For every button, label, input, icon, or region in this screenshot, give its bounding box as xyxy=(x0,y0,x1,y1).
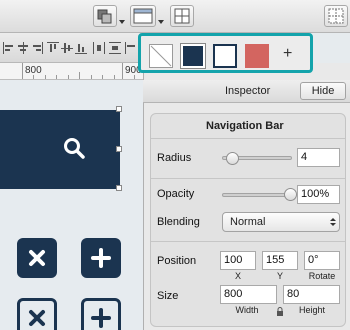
rotation-field[interactable]: 0° xyxy=(304,251,340,270)
distribute-vertical-icon[interactable] xyxy=(109,42,121,54)
crop-button[interactable] xyxy=(170,5,194,27)
align-right-icon[interactable] xyxy=(31,42,43,54)
search-icon xyxy=(64,138,85,159)
position-y-field[interactable]: 155 xyxy=(262,251,298,270)
red-fill-swatch[interactable] xyxy=(245,44,269,68)
opacity-slider-knob[interactable] xyxy=(283,188,297,201)
size-label: Size xyxy=(157,290,179,302)
resize-handle-top-right[interactable] xyxy=(116,106,122,112)
align-bottom-icon[interactable] xyxy=(75,42,87,54)
close-icon xyxy=(29,250,45,266)
position-label: Position xyxy=(157,255,197,267)
lock-icon[interactable] xyxy=(276,307,284,317)
distribute-horizontal-icon[interactable] xyxy=(93,42,105,54)
close-outline-button-shape[interactable] xyxy=(17,298,57,330)
add-button-shape[interactable] xyxy=(81,238,121,278)
y-caption: Y xyxy=(276,271,283,281)
radius-field[interactable]: 4 xyxy=(297,148,340,167)
alignment-toolbar xyxy=(0,33,143,63)
divider xyxy=(151,178,345,179)
width-caption: Width xyxy=(235,305,259,315)
width-field[interactable]: 800 xyxy=(220,285,277,304)
inspector-title: Inspector xyxy=(225,85,271,97)
divider xyxy=(151,241,345,242)
no-fill-swatch[interactable] xyxy=(149,44,173,68)
grid-button[interactable] xyxy=(324,5,348,27)
divider xyxy=(151,138,345,139)
section-title: Navigation Bar xyxy=(206,120,284,132)
color-swatch-popup: + xyxy=(138,33,313,73)
main-toolbar xyxy=(0,0,350,33)
align-edges-icon[interactable] xyxy=(125,42,137,54)
close-button-shape[interactable] xyxy=(17,238,57,278)
plus-icon xyxy=(91,248,111,268)
add-outline-button-shape[interactable] xyxy=(81,298,121,330)
no-color-icon xyxy=(150,45,172,67)
align-left-icon[interactable] xyxy=(3,42,15,54)
blending-select[interactable]: Normal xyxy=(222,212,340,232)
x-caption: X xyxy=(234,271,241,281)
blending-value: Normal xyxy=(230,216,266,228)
resize-handle-right[interactable] xyxy=(116,146,122,152)
blending-label: Blending xyxy=(157,216,200,228)
add-color-button[interactable]: + xyxy=(283,45,292,63)
view-button[interactable] xyxy=(130,5,156,27)
close-icon xyxy=(29,310,45,326)
plus-icon xyxy=(91,308,111,328)
crop-icon xyxy=(174,8,190,24)
align-center-icon[interactable] xyxy=(17,42,29,54)
hide-button[interactable]: Hide xyxy=(300,82,346,100)
ruler-mark-800: 800 xyxy=(25,65,42,76)
window-icon xyxy=(133,8,153,24)
arrange-icon xyxy=(97,9,112,24)
rotate-caption: Rotate xyxy=(308,271,336,281)
view-caret-icon[interactable] xyxy=(158,20,164,24)
select-arrows-icon xyxy=(330,218,336,226)
opacity-slider-track[interactable] xyxy=(222,193,292,197)
arrange-caret-icon[interactable] xyxy=(119,20,125,24)
navigation-bar-shape[interactable] xyxy=(0,106,122,191)
height-caption: Height xyxy=(298,305,325,315)
grid-icon xyxy=(328,8,344,24)
position-x-field[interactable]: 100 xyxy=(220,251,256,270)
inspector-header: Inspector Hide xyxy=(143,80,350,103)
align-top-icon[interactable] xyxy=(47,42,59,54)
height-field[interactable]: 80 xyxy=(283,285,340,304)
align-middle-icon[interactable] xyxy=(61,42,73,54)
radius-label: Radius xyxy=(157,152,192,164)
horizontal-ruler: 800 900 xyxy=(0,63,143,80)
navy-fill-swatch[interactable] xyxy=(180,43,206,69)
opacity-field[interactable]: 100% xyxy=(297,185,340,204)
opacity-label: Opacity xyxy=(157,188,195,200)
navy-outline-swatch[interactable] xyxy=(213,44,237,68)
arrange-button[interactable] xyxy=(93,5,117,27)
resize-handle-bottom-right[interactable] xyxy=(116,185,122,191)
